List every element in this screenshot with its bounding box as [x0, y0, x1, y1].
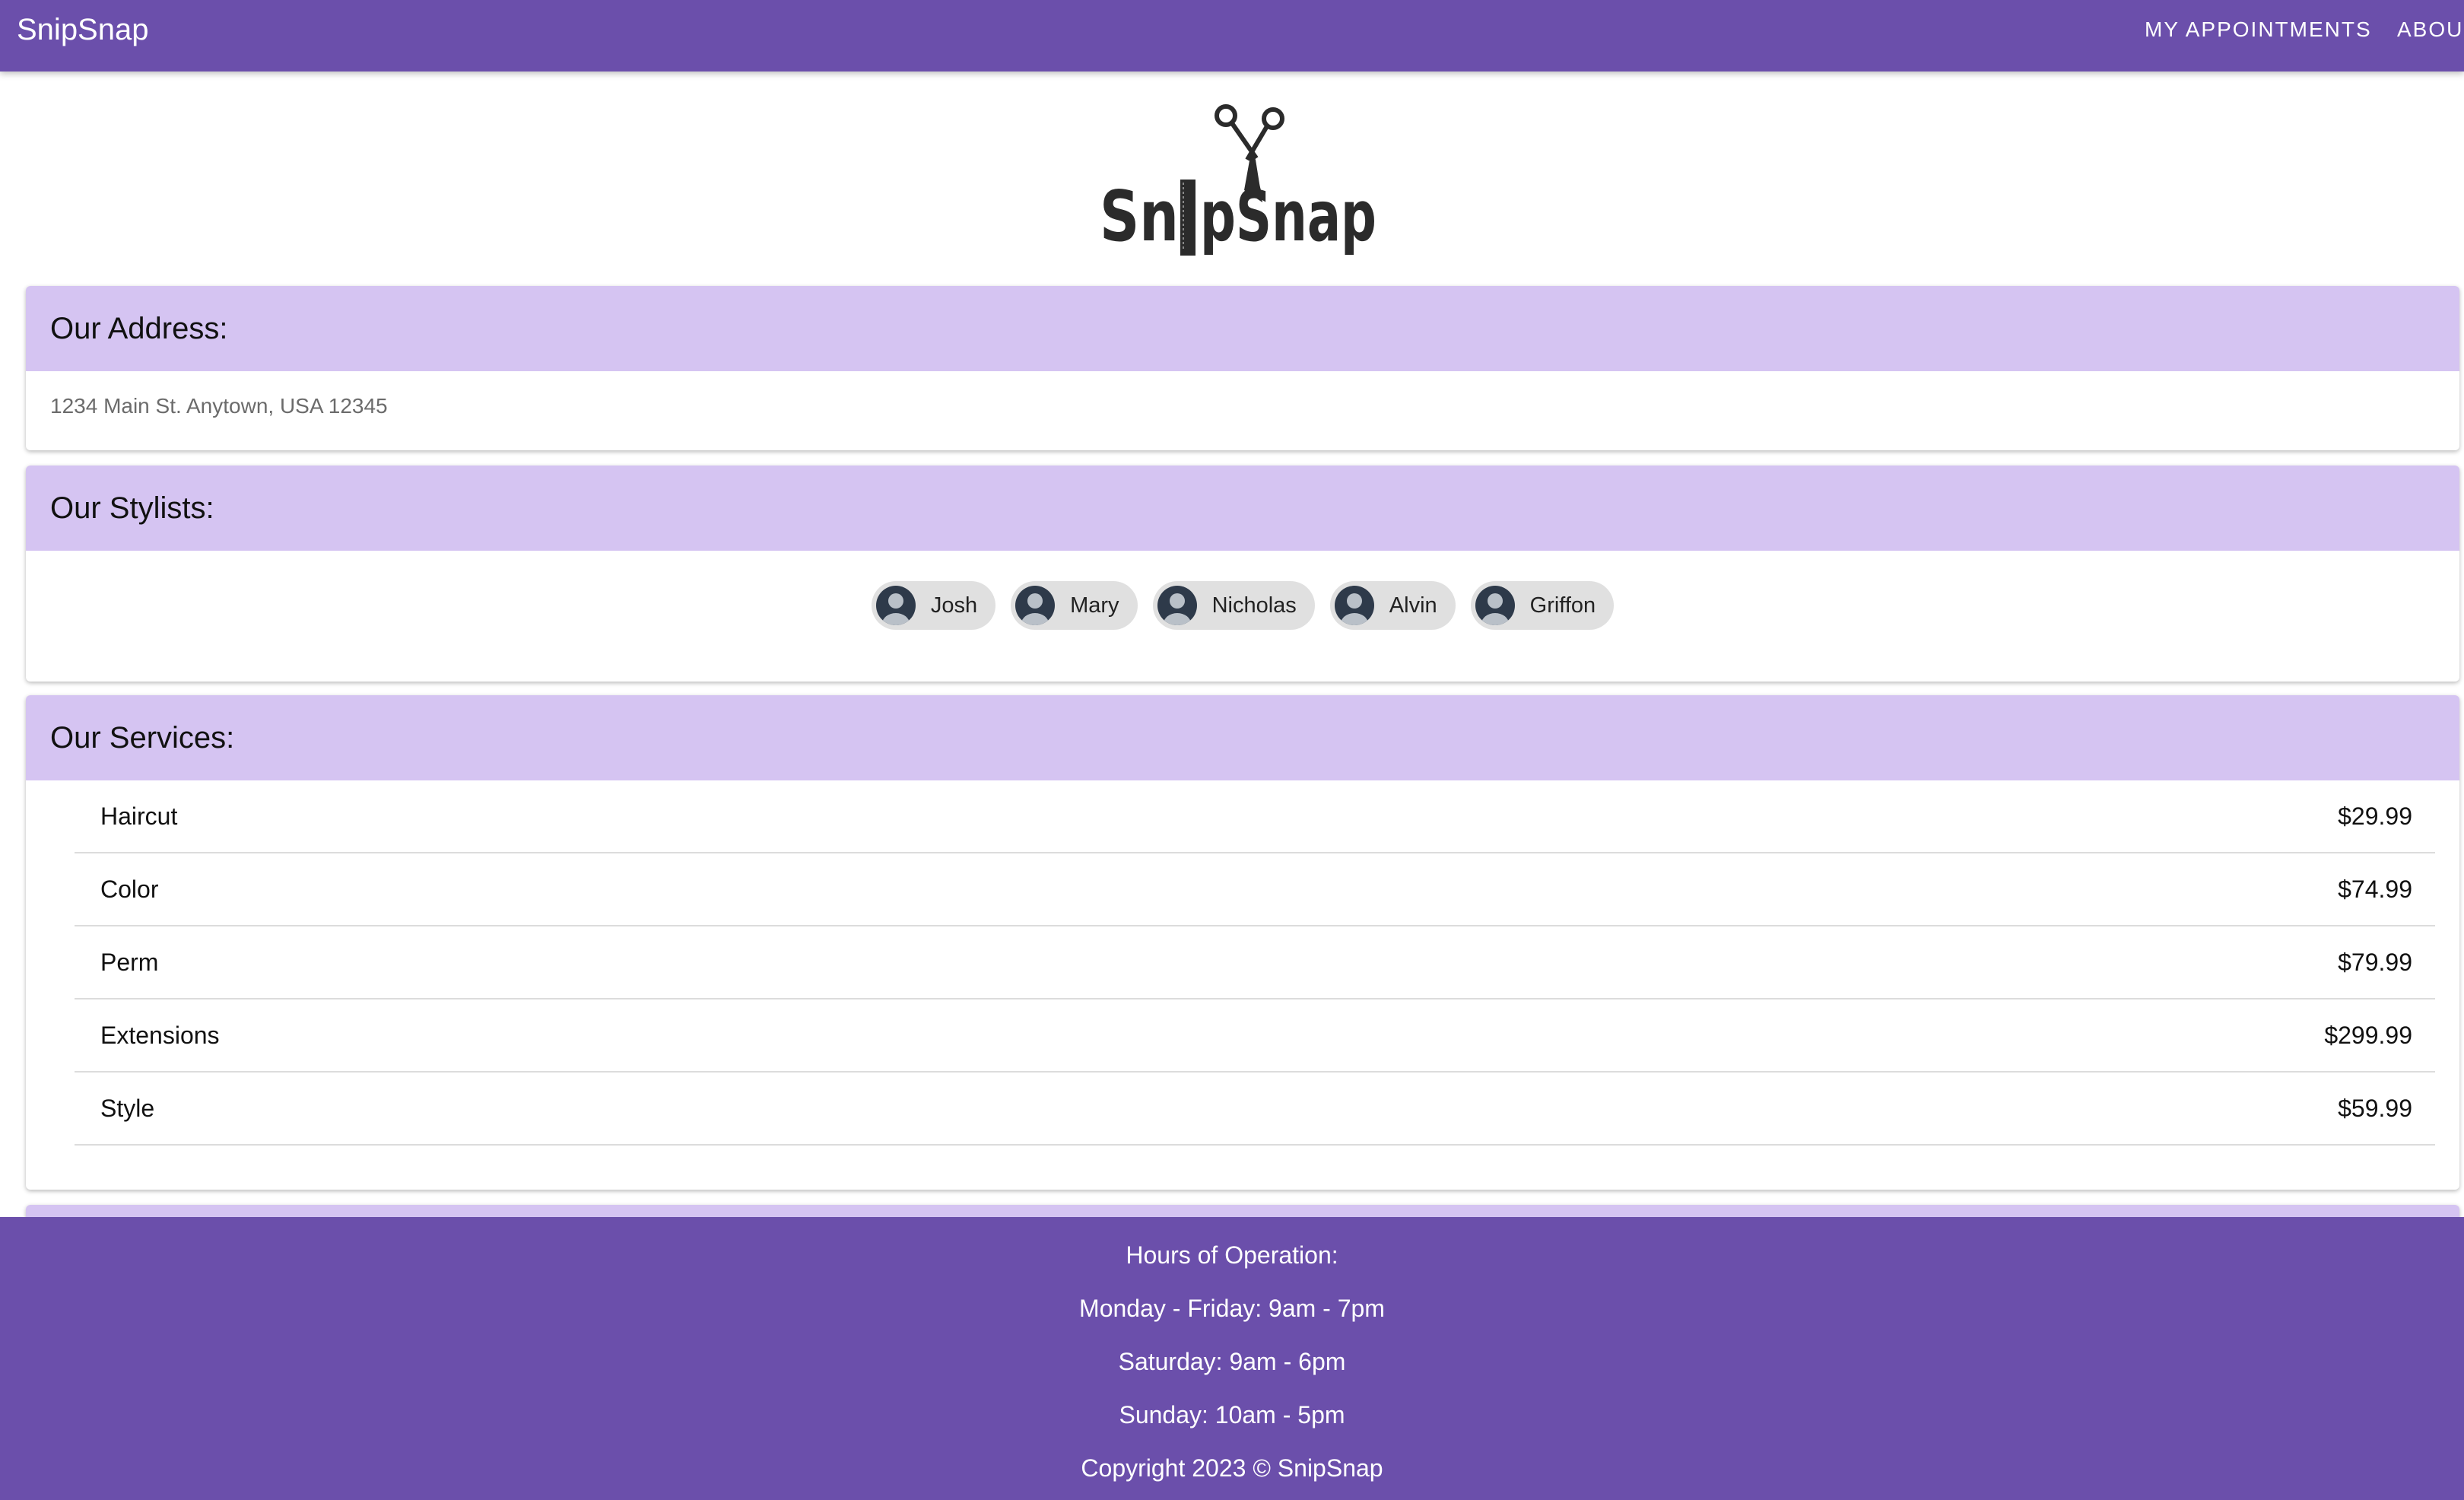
nav-about[interactable]: ABOU — [2397, 17, 2463, 43]
service-name: Perm — [100, 948, 159, 976]
hours-weekday: Monday - Friday: 9am - 7pm — [1079, 1295, 1385, 1322]
list-item[interactable]: Style $59.99 — [75, 1073, 2435, 1146]
stylist-chip-mary[interactable]: Mary — [1011, 581, 1138, 630]
stylist-name: Griffon — [1529, 593, 1596, 618]
service-name: Extensions — [100, 1021, 220, 1049]
snipsnap-logo: Sn pSnap — [1095, 99, 1392, 266]
svg-text:pSnap: pSnap — [1200, 176, 1376, 257]
stylist-chip-griffon[interactable]: Griffon — [1470, 581, 1615, 630]
list-item[interactable]: Perm $79.99 — [75, 926, 2435, 999]
service-price: $299.99 — [2324, 1021, 2412, 1049]
copyright: Copyright 2023 © SnipSnap — [1081, 1454, 1383, 1482]
nav-my-appointments[interactable]: MY APPOINTMENTS — [2145, 17, 2372, 43]
list-item[interactable]: Color $74.99 — [75, 853, 2435, 926]
person-icon — [875, 586, 916, 625]
person-icon — [1015, 586, 1056, 625]
stylist-name: Mary — [1070, 593, 1119, 618]
comb-icon — [1180, 180, 1195, 256]
address-title: Our Address: — [26, 286, 2459, 371]
scissors-icon — [1215, 104, 1284, 161]
stylist-chips: Josh Mary Nicholas Alvin Griffon — [26, 581, 2459, 630]
top-app-bar: SnipSnap MY APPOINTMENTS ABOU — [0, 0, 2464, 72]
stylists-card: Our Stylists: Josh Mary Nicholas Alvin G… — [26, 466, 2459, 682]
service-price: $29.99 — [2338, 802, 2412, 830]
stylist-name: Alvin — [1389, 593, 1437, 618]
service-price: $79.99 — [2338, 948, 2412, 976]
list-item[interactable]: Haircut $29.99 — [75, 780, 2435, 853]
stylist-name: Nicholas — [1211, 593, 1297, 618]
service-price: $59.99 — [2338, 1094, 2412, 1122]
person-icon — [1334, 586, 1374, 625]
svg-text:Sn: Sn — [1100, 176, 1179, 257]
stylist-chip-josh[interactable]: Josh — [871, 581, 996, 630]
service-name: Haircut — [100, 802, 178, 830]
hours-sunday: Sunday: 10am - 5pm — [1119, 1401, 1345, 1428]
stylist-name: Josh — [930, 593, 978, 618]
services-list: Haircut $29.99 Color $74.99 Perm $79.99 … — [75, 780, 2435, 1146]
stylist-chip-alvin[interactable]: Alvin — [1329, 581, 1456, 630]
hours-title: Hours of Operation: — [1126, 1241, 1338, 1269]
stylist-chip-nicholas[interactable]: Nicholas — [1152, 581, 1315, 630]
service-price: $74.99 — [2338, 875, 2412, 903]
person-icon — [1157, 586, 1197, 625]
brand-title[interactable]: SnipSnap — [17, 11, 148, 49]
services-title: Our Services: — [26, 695, 2459, 780]
service-name: Style — [100, 1094, 155, 1122]
person-icon — [1475, 586, 1515, 625]
services-card: Our Services: Haircut $29.99 Color $74.9… — [26, 695, 2459, 1190]
service-name: Color — [100, 875, 159, 903]
address-text: 1234 Main St. Anytown, USA 12345 — [50, 394, 388, 418]
footer: Hours of Operation: Monday - Friday: 9am… — [0, 1217, 2464, 1500]
list-item[interactable]: Extensions $299.99 — [75, 999, 2435, 1073]
hours-saturday: Saturday: 9am - 6pm — [1118, 1348, 1346, 1375]
address-card: Our Address: 1234 Main St. Anytown, USA … — [26, 286, 2459, 450]
stylists-title: Our Stylists: — [26, 466, 2459, 551]
